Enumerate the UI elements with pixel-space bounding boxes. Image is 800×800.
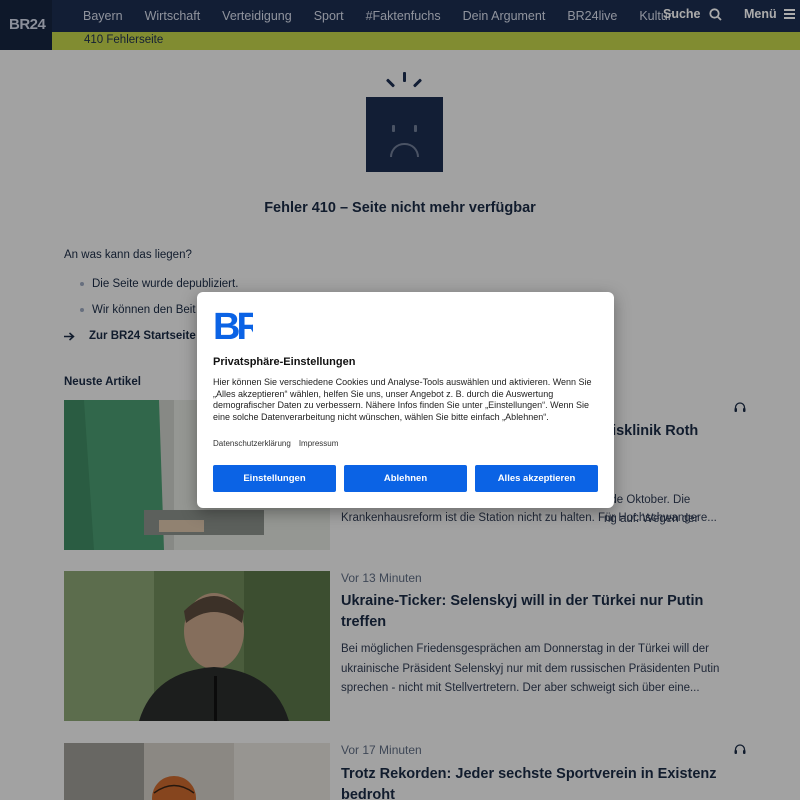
accept-all-button[interactable]: Alles akzeptieren <box>475 465 598 492</box>
privacy-consent-dialog: BR Privatsphäre-Einstellungen Hier könne… <box>197 292 614 508</box>
privacy-policy-link[interactable]: Datenschutzerklärung <box>213 439 291 448</box>
dialog-links: Datenschutzerklärung Impressum <box>213 439 338 448</box>
dialog-text: Hier können Sie verschiedene Cookies und… <box>213 377 592 422</box>
br-logo: BR <box>213 308 253 341</box>
decline-button[interactable]: Ablehnen <box>344 465 467 492</box>
svg-text:BR: BR <box>213 308 253 341</box>
settings-button[interactable]: Einstellungen <box>213 465 336 492</box>
imprint-link[interactable]: Impressum <box>299 439 339 448</box>
dialog-title: Privatsphäre-Einstellungen <box>213 356 356 368</box>
